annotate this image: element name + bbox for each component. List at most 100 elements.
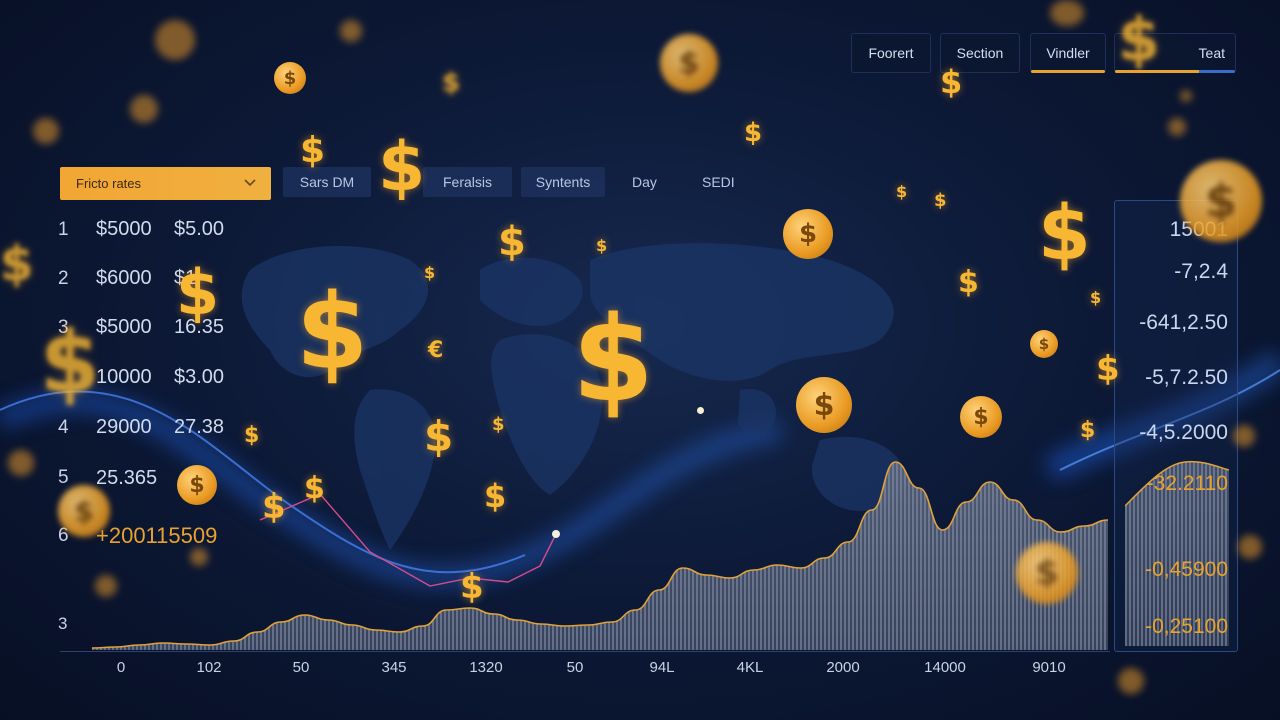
row-value-a: $5000 — [96, 316, 152, 338]
row-value-a: 10000 — [96, 366, 152, 388]
row-value-a: $6000 — [96, 267, 152, 289]
x-tick: 0 — [116, 659, 126, 676]
area-chart — [91, 461, 1109, 650]
row-value-a: $5000 — [96, 218, 152, 240]
dollar-sign-icon: $ — [296, 271, 369, 393]
dollar-sign-icon: $ — [424, 412, 454, 461]
panel-value: -4,5.2000 — [1139, 421, 1228, 444]
bokeh-dot — [33, 118, 59, 144]
dollar-sign-icon: $ — [424, 263, 436, 282]
euro-sign-icon: € — [428, 338, 444, 363]
coin-icon: $ — [58, 485, 110, 537]
dollar-sign-icon: $ — [934, 190, 947, 211]
tab-vindler[interactable]: Vindler — [1030, 33, 1106, 73]
dollar-sign-icon: $ — [0, 236, 34, 292]
coin-icon: $ — [1180, 160, 1262, 242]
row-index: 2 — [58, 268, 69, 289]
bokeh-dot — [190, 548, 208, 566]
coin-icon: $ — [177, 465, 217, 505]
coin-icon: $ — [1030, 330, 1058, 358]
dollar-sign-icon: $ — [492, 414, 505, 435]
filter-feralsis-button[interactable]: Feralsis — [423, 167, 512, 197]
x-tick: 14000 — [924, 659, 966, 676]
tab-active-indicator — [1031, 70, 1105, 73]
dollar-sign-icon: $ — [300, 130, 326, 171]
coin-icon: $ — [960, 396, 1002, 438]
tab-label: Teat — [1198, 45, 1225, 61]
dollar-sign-icon: $ — [40, 313, 100, 413]
x-tick: 4KL — [736, 659, 764, 676]
panel-value: -7,2.4 — [1174, 260, 1228, 283]
bokeh-dot — [8, 450, 34, 476]
x-axis — [60, 651, 1110, 652]
row-value-b: $5.00 — [174, 218, 225, 240]
filter-syntents-button[interactable]: Syntents — [521, 167, 605, 197]
overlay-series-line — [259, 493, 557, 587]
tab-label: Vindler — [1046, 45, 1090, 61]
row-index: 4 — [58, 417, 69, 438]
bokeh-dot — [130, 95, 158, 123]
tab-label: Foorert — [868, 45, 914, 61]
panel-value: -0,25100 — [1145, 615, 1228, 638]
dollar-sign-icon: $ — [1096, 349, 1120, 389]
bokeh-dot — [1238, 535, 1262, 559]
row-value-b: 27.38 — [174, 416, 225, 438]
dollar-sign-icon: $ — [958, 265, 979, 300]
row-value-b: $3.00 — [174, 366, 225, 388]
x-tick: 9010 — [1032, 659, 1066, 676]
area-series-stripes — [92, 462, 1108, 650]
filter-label: SEDI — [702, 174, 735, 190]
coin-icon: $ — [783, 209, 833, 259]
x-tick: 50 — [566, 659, 584, 676]
overlay-end-point — [552, 530, 560, 538]
tab-foorert[interactable]: Foorert — [851, 33, 931, 73]
bokeh-dot — [1050, 0, 1084, 26]
bokeh-dot — [1180, 90, 1192, 102]
filter-sars-dm-button[interactable]: Sars DM — [283, 167, 371, 197]
dollar-sign-icon: $ — [442, 68, 461, 98]
dollar-sign-icon: $ — [378, 128, 426, 207]
x-tick: 50 — [292, 659, 310, 676]
dollar-sign-icon: $ — [572, 290, 655, 428]
bokeh-dot — [95, 575, 117, 597]
filter-sedi-button[interactable]: SEDI — [702, 167, 735, 197]
x-tick: 345 — [381, 659, 407, 676]
dollar-sign-icon: $ — [304, 471, 325, 506]
dollar-sign-icon: $ — [244, 423, 260, 448]
row-index: 1 — [58, 219, 69, 240]
dollar-sign-icon: $ — [596, 236, 608, 255]
dollar-sign-icon: $ — [896, 182, 908, 201]
bokeh-dot — [1118, 668, 1144, 694]
filter-label: Feralsis — [442, 174, 492, 190]
chevron-down-icon — [244, 179, 256, 187]
panel-value: -5,7.2.50 — [1145, 366, 1228, 389]
coin-icon: $ — [1016, 542, 1078, 604]
coin-icon: $ — [796, 377, 852, 433]
panel-value: -32.2110 — [1146, 472, 1228, 495]
x-tick: 1320 — [469, 659, 503, 676]
x-tick: 102 — [196, 659, 222, 676]
dollar-sign-icon: $ — [484, 477, 507, 515]
dollar-sign-icon: $ — [176, 256, 220, 329]
map-point-marker — [697, 407, 704, 414]
x-tick: 2000 — [826, 659, 860, 676]
dropdown-label: Fricto rates — [76, 176, 142, 191]
dollar-sign-icon: $ — [1118, 5, 1160, 75]
dollar-sign-icon: $ — [262, 487, 286, 527]
bokeh-dot — [1233, 425, 1255, 447]
bokeh-dot — [1168, 118, 1186, 136]
tab-label: Section — [956, 45, 1004, 61]
rates-dropdown[interactable]: Fricto rates — [60, 167, 271, 200]
dollar-sign-icon: $ — [744, 118, 763, 148]
dollar-sign-icon: $ — [1090, 288, 1102, 307]
dollar-sign-icon: $ — [460, 567, 484, 607]
filter-day-button[interactable]: Day — [632, 167, 657, 197]
bokeh-dot — [155, 20, 195, 60]
row-value-a: 29000 — [96, 416, 152, 438]
x-tick: 94L — [649, 659, 675, 676]
dollar-sign-icon: $ — [1080, 418, 1096, 443]
coin-icon: $ — [274, 62, 306, 94]
filter-label: Sars DM — [299, 174, 355, 190]
dollar-sign-icon: $ — [940, 63, 963, 101]
dollar-sign-icon: $ — [1038, 188, 1091, 277]
